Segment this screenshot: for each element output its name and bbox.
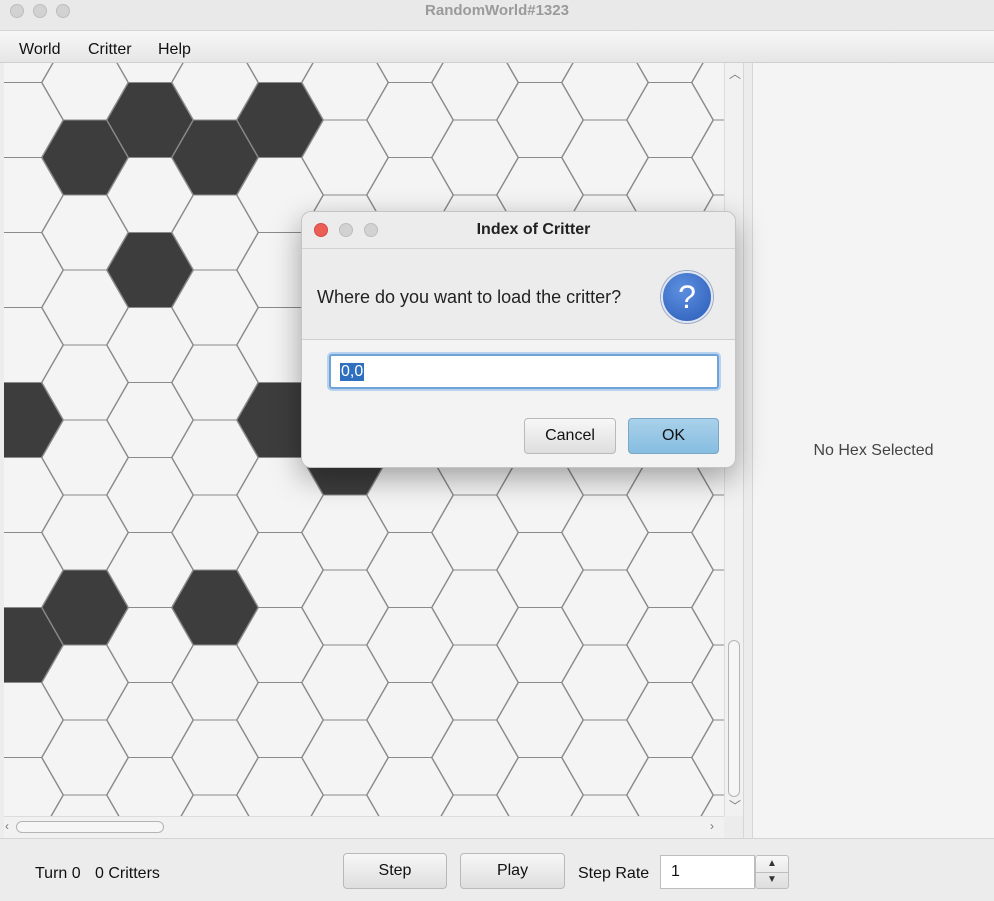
scroll-left-icon[interactable]: ‹ [5, 819, 9, 833]
horizontal-scroll-thumb[interactable] [16, 821, 164, 833]
scroll-down-icon[interactable]: ﹀ [729, 797, 741, 814]
dialog-body: 0,0 Cancel OK [302, 340, 735, 467]
step-rate-label: Step Rate [578, 865, 650, 882]
dialog-title: Index of Critter [476, 221, 591, 238]
cancel-button[interactable]: Cancel [524, 418, 616, 454]
menu-critter[interactable]: Critter [88, 41, 132, 59]
play-button[interactable]: Play [460, 853, 565, 889]
menu-help[interactable]: Help [158, 41, 191, 59]
no-hex-selected-text: No Hex Selected [813, 442, 934, 459]
critter-location-input[interactable]: 0,0 [329, 354, 719, 389]
critter-location-value: 0,0 [340, 363, 365, 381]
vertical-scroll-thumb[interactable] [728, 640, 740, 797]
dialog-question: Where do you want to load the critter? [317, 287, 622, 307]
scroll-right-icon[interactable]: › [710, 819, 714, 833]
step-button[interactable]: Step [343, 853, 447, 889]
horizontal-scrollbar[interactable]: ‹ › [4, 816, 724, 838]
ok-button[interactable]: OK [628, 418, 719, 454]
scroll-up-icon[interactable]: ︿ [729, 65, 741, 82]
step-rate-input[interactable]: 1 [660, 855, 755, 889]
turn-counter: Turn 0 [35, 865, 81, 882]
title-bar: RandomWorld#1323 [0, 0, 994, 31]
step-rate-spinner[interactable]: ▲ ▼ [755, 855, 789, 889]
question-icon: ? [661, 271, 713, 323]
bottom-control-bar: Turn 0 0 Critters Step Play Step Rate 1 … [0, 838, 994, 901]
index-of-critter-dialog: Index of Critter Where do you want to lo… [301, 211, 736, 468]
increment-icon[interactable]: ▲ [756, 856, 788, 873]
hex-info-panel: No Hex Selected [753, 63, 994, 838]
decrement-icon[interactable]: ▼ [756, 872, 788, 888]
split-divider[interactable] [743, 63, 753, 838]
menu-bar: World Critter Help [0, 31, 994, 63]
window-title: RandomWorld#1323 [425, 2, 569, 19]
dialog-title-bar: Index of Critter [302, 212, 735, 249]
menu-world[interactable]: World [19, 41, 61, 59]
dialog-header: Where do you want to load the critter? ? [302, 249, 735, 340]
critter-count: 0 Critters [95, 865, 160, 882]
